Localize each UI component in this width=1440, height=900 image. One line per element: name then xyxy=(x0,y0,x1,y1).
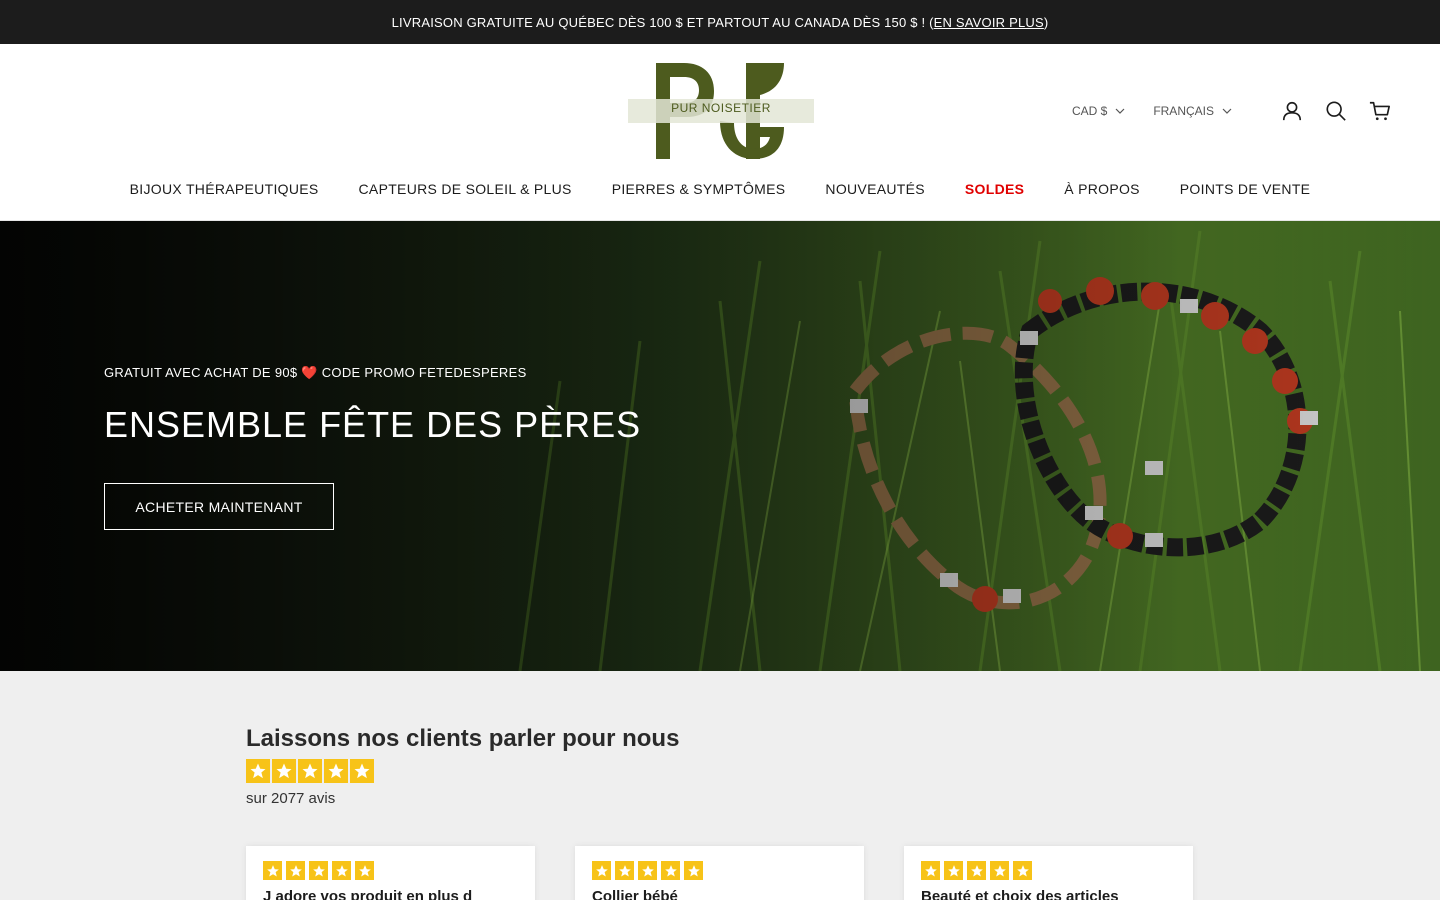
currency-label: CAD $ xyxy=(1071,104,1108,118)
star-icon xyxy=(661,861,680,880)
hero-title: ENSEMBLE FÊTE DES PÈRES xyxy=(104,404,642,445)
chevron-down-icon xyxy=(1222,108,1232,114)
header-utilities: CAD $ FRANÇAIS xyxy=(1072,99,1392,123)
reviews-title: Laissons nos clients parler pour nous xyxy=(246,725,680,752)
logo-text: PUR NOISETIER xyxy=(671,101,771,115)
account-icon xyxy=(1282,101,1302,121)
card-rating-stars xyxy=(921,861,1036,880)
nav-item-a-propos[interactable]: À PROPOS xyxy=(1064,181,1140,197)
currency-selector[interactable]: CAD $ xyxy=(1072,104,1125,118)
star-icon xyxy=(272,759,296,783)
star-icon xyxy=(286,861,305,880)
account-button[interactable] xyxy=(1280,99,1304,123)
star-icon xyxy=(944,861,963,880)
nav-item-soldes[interactable]: SOLDES xyxy=(965,181,1024,197)
cart-button[interactable] xyxy=(1368,99,1392,123)
star-icon xyxy=(332,861,351,880)
language-label: FRANÇAIS xyxy=(1153,104,1214,118)
announcement-suffix: ) xyxy=(1043,14,1049,30)
nav-item-capteurs[interactable]: CAPTEURS DE SOLEIL & PLUS xyxy=(359,181,572,197)
review-card[interactable]: Collier bébé xyxy=(575,846,864,900)
star-icon xyxy=(309,861,328,880)
nav-item-pierres[interactable]: PIERRES & SYMPTÔMES xyxy=(612,181,786,197)
shop-now-button[interactable]: ACHETER MAINTENANT xyxy=(104,483,334,530)
announcement-link[interactable]: EN SAVOIR PLUS xyxy=(934,15,1044,30)
card-rating-stars xyxy=(263,861,378,880)
review-card[interactable]: J adore vos produit en plus d xyxy=(246,846,535,900)
hero-banner: GRATUIT AVEC ACHAT DE 90$ ❤️ CODE PROMO … xyxy=(0,221,1440,671)
review-title: Beauté et choix des articles xyxy=(921,888,1119,900)
star-icon xyxy=(350,759,374,783)
star-icon xyxy=(324,759,348,783)
star-icon xyxy=(615,861,634,880)
announcement-text: LIVRAISON GRATUITE AU QUÉBEC DÈS 100 $ E… xyxy=(391,14,934,30)
star-icon xyxy=(684,861,703,880)
review-title: Collier bébé xyxy=(592,888,678,900)
star-icon xyxy=(967,861,986,880)
star-icon xyxy=(638,861,657,880)
review-card[interactable]: Beauté et choix des articles xyxy=(904,846,1193,900)
star-icon xyxy=(921,861,940,880)
hero-image xyxy=(0,221,1440,671)
cart-icon xyxy=(1369,101,1390,121)
star-icon xyxy=(246,759,270,783)
nav-item-nouveautes[interactable]: NOUVEAUTÉS xyxy=(825,181,924,197)
language-selector[interactable]: FRANÇAIS xyxy=(1153,104,1232,118)
star-icon xyxy=(990,861,1009,880)
chevron-down-icon xyxy=(1115,108,1125,114)
star-icon xyxy=(1013,861,1032,880)
star-icon xyxy=(592,861,611,880)
star-icon xyxy=(298,759,322,783)
reviews-section: Laissons nos clients parler pour nous su… xyxy=(0,671,1440,900)
review-count: sur 2077 avis xyxy=(246,790,336,807)
nav-item-bijoux[interactable]: BIJOUX THÉRAPEUTIQUES xyxy=(130,181,319,197)
search-button[interactable] xyxy=(1324,99,1348,123)
hero-subtitle: GRATUIT AVEC ACHAT DE 90$ ❤️ CODE PROMO … xyxy=(104,365,527,380)
nav-item-points-de-vente[interactable]: POINTS DE VENTE xyxy=(1180,181,1311,197)
star-icon xyxy=(263,861,282,880)
rating-stars xyxy=(246,759,376,783)
site-header: PUR NOISETIER CAD $ FRANÇAIS BIJOUX THÉR… xyxy=(0,44,1440,221)
card-rating-stars xyxy=(592,861,707,880)
logo[interactable]: PUR NOISETIER xyxy=(628,61,814,161)
main-nav: BIJOUX THÉRAPEUTIQUES CAPTEURS DE SOLEIL… xyxy=(0,181,1440,197)
announcement-bar: LIVRAISON GRATUITE AU QUÉBEC DÈS 100 $ E… xyxy=(0,0,1440,44)
review-title: J adore vos produit en plus d xyxy=(263,888,473,900)
star-icon xyxy=(355,861,374,880)
search-icon xyxy=(1326,101,1346,121)
